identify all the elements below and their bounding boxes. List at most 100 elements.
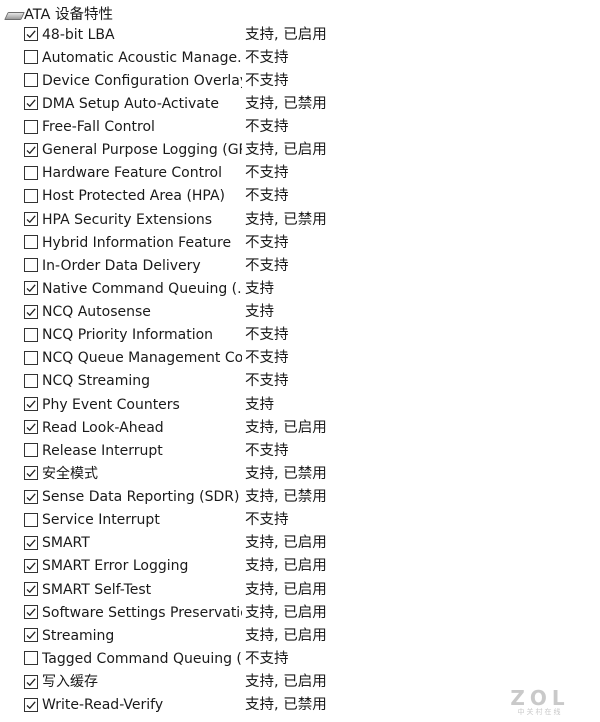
feature-status: 不支持 bbox=[245, 512, 289, 529]
feature-status: 不支持 bbox=[245, 257, 289, 274]
feature-name: Sense Data Reporting (SDR) bbox=[42, 489, 240, 505]
feature-status: 支持, 已启用 bbox=[245, 627, 327, 644]
checkmark-icon bbox=[26, 400, 36, 409]
feature-checkbox[interactable] bbox=[24, 27, 38, 41]
feature-checkbox[interactable] bbox=[24, 73, 38, 88]
feature-status: 不支持 bbox=[245, 373, 289, 390]
feature-row: NCQ Queue Management Co... 不支持 bbox=[0, 347, 600, 370]
feature-checkbox[interactable] bbox=[24, 697, 38, 712]
checkmark-icon bbox=[26, 631, 36, 640]
feature-checkbox[interactable] bbox=[24, 420, 38, 435]
checkmark-icon bbox=[26, 215, 36, 224]
feature-checkbox[interactable] bbox=[24, 119, 38, 134]
feature-status: 支持, 已启用 bbox=[245, 26, 327, 43]
feature-row: DMA Setup Auto-Activate 支持, 已禁用 bbox=[0, 93, 600, 116]
feature-name: NCQ Priority Information bbox=[42, 327, 214, 344]
feature-checkbox[interactable] bbox=[24, 628, 38, 643]
feature-name: In-Order Data Delivery bbox=[42, 257, 201, 274]
feature-status: 不支持 bbox=[245, 188, 289, 205]
feature-name: 安全模式 bbox=[42, 465, 98, 482]
feature-status: 不支持 bbox=[245, 49, 289, 66]
feature-name: Hardware Feature Control bbox=[42, 165, 223, 182]
checkmark-icon bbox=[26, 539, 36, 547]
feature-row: 安全模式 支持, 已禁用 bbox=[0, 463, 600, 486]
feature-status: 不支持 bbox=[245, 72, 289, 89]
feature-checkbox[interactable] bbox=[24, 512, 38, 527]
feature-status: 支持 bbox=[245, 280, 274, 297]
feature-checkbox[interactable] bbox=[24, 96, 38, 111]
feature-name: Release Interrupt bbox=[42, 442, 163, 459]
feature-name: Service Interrupt bbox=[42, 512, 160, 529]
feature-checkbox[interactable] bbox=[24, 558, 38, 573]
feature-checkbox[interactable] bbox=[24, 50, 38, 65]
feature-name: HPA Security Extensions bbox=[42, 211, 213, 228]
feature-status: 不支持 bbox=[245, 350, 289, 367]
feature-status: 不支持 bbox=[245, 165, 289, 182]
feature-name: General Purpose Logging (GP... bbox=[42, 142, 242, 159]
feature-checkbox[interactable] bbox=[24, 258, 38, 273]
feature-checkbox[interactable] bbox=[24, 466, 38, 481]
feature-name: SMART Self-Test bbox=[42, 581, 152, 598]
checkmark-icon bbox=[26, 146, 36, 154]
checkmark-icon bbox=[26, 469, 36, 478]
feature-checkbox[interactable] bbox=[24, 582, 38, 596]
feature-checkbox[interactable] bbox=[24, 235, 38, 250]
feature-checkbox[interactable] bbox=[24, 327, 38, 342]
feature-status: 不支持 bbox=[245, 234, 289, 251]
feature-row: Streaming 支持, 已启用 bbox=[0, 625, 600, 648]
feature-name: NCQ Autosense bbox=[42, 304, 151, 320]
feature-checkbox[interactable] bbox=[24, 142, 38, 157]
feature-status: 支持 bbox=[245, 396, 274, 413]
feature-row: Device Configuration Overlay... 不支持 bbox=[0, 70, 600, 93]
checkmark-icon bbox=[26, 562, 36, 571]
feature-checkbox[interactable] bbox=[24, 212, 38, 226]
feature-checkbox[interactable] bbox=[24, 281, 38, 296]
feature-name: Phy Event Counters bbox=[42, 396, 180, 413]
feature-row: Release Interrupt 不支持 bbox=[0, 440, 600, 463]
feature-row: Read Look-Ahead 支持, 已启用 bbox=[0, 417, 600, 440]
feature-checkbox[interactable] bbox=[24, 373, 38, 388]
feature-row: Sense Data Reporting (SDR) 支持, 已禁用 bbox=[0, 486, 600, 509]
feature-checkbox[interactable] bbox=[24, 304, 38, 319]
checkmark-icon bbox=[26, 99, 36, 108]
feature-row: Host Protected Area (HPA) 不支持 bbox=[0, 185, 600, 208]
feature-checkbox[interactable] bbox=[24, 605, 38, 620]
feature-checkbox[interactable] bbox=[24, 350, 38, 365]
checkmark-icon bbox=[26, 307, 36, 316]
feature-name: Software Settings Preservatio... bbox=[42, 604, 242, 621]
feature-row: NCQ Priority Information 不支持 bbox=[0, 324, 600, 347]
feature-status: 支持, 已启用 bbox=[245, 604, 327, 621]
feature-name: Free-Fall Control bbox=[42, 119, 155, 135]
drive-icon bbox=[4, 10, 25, 20]
feature-status: 支持, 已禁用 bbox=[245, 95, 327, 112]
feature-row: HPA Security Extensions 支持, 已禁用 bbox=[0, 209, 600, 232]
feature-checkbox[interactable] bbox=[24, 165, 38, 180]
feature-row: Service Interrupt 不支持 bbox=[0, 509, 600, 532]
feature-status: 不支持 bbox=[245, 650, 289, 667]
feature-row: NCQ Streaming 不支持 bbox=[0, 370, 600, 393]
feature-name: DMA Setup Auto-Activate bbox=[42, 95, 219, 112]
feature-checkbox[interactable] bbox=[24, 489, 38, 504]
feature-status: 支持 bbox=[245, 304, 274, 320]
feature-name: 48-bit LBA bbox=[42, 26, 115, 43]
feature-status: 不支持 bbox=[245, 327, 289, 344]
feature-row: SMART Self-Test 支持, 已启用 bbox=[0, 579, 600, 602]
feature-status: 支持, 已启用 bbox=[245, 419, 327, 436]
feature-checkbox[interactable] bbox=[24, 535, 38, 550]
feature-checkbox[interactable] bbox=[24, 443, 38, 458]
feature-checkbox[interactable] bbox=[24, 397, 38, 411]
checkmark-icon bbox=[26, 585, 36, 594]
feature-status: 支持, 已启用 bbox=[245, 674, 327, 690]
feature-name: Automatic Acoustic Manage... bbox=[42, 49, 242, 66]
feature-row: Automatic Acoustic Manage... 不支持 bbox=[0, 47, 600, 70]
feature-checkbox[interactable] bbox=[24, 651, 38, 666]
feature-row: 48-bit LBA 支持, 已启用 bbox=[0, 24, 600, 47]
feature-name: 写入缓存 bbox=[42, 674, 98, 690]
feature-checkbox[interactable] bbox=[24, 188, 38, 203]
feature-list: 48-bit LBA 支持, 已启用 Automatic Acoustic Mana… bbox=[0, 24, 600, 718]
feature-row: Hardware Feature Control 不支持 bbox=[0, 162, 600, 185]
feature-checkbox[interactable] bbox=[24, 674, 38, 689]
feature-status: 支持, 已启用 bbox=[245, 558, 327, 575]
feature-name: SMART Error Logging bbox=[42, 558, 189, 575]
feature-name: Read Look-Ahead bbox=[42, 419, 164, 436]
